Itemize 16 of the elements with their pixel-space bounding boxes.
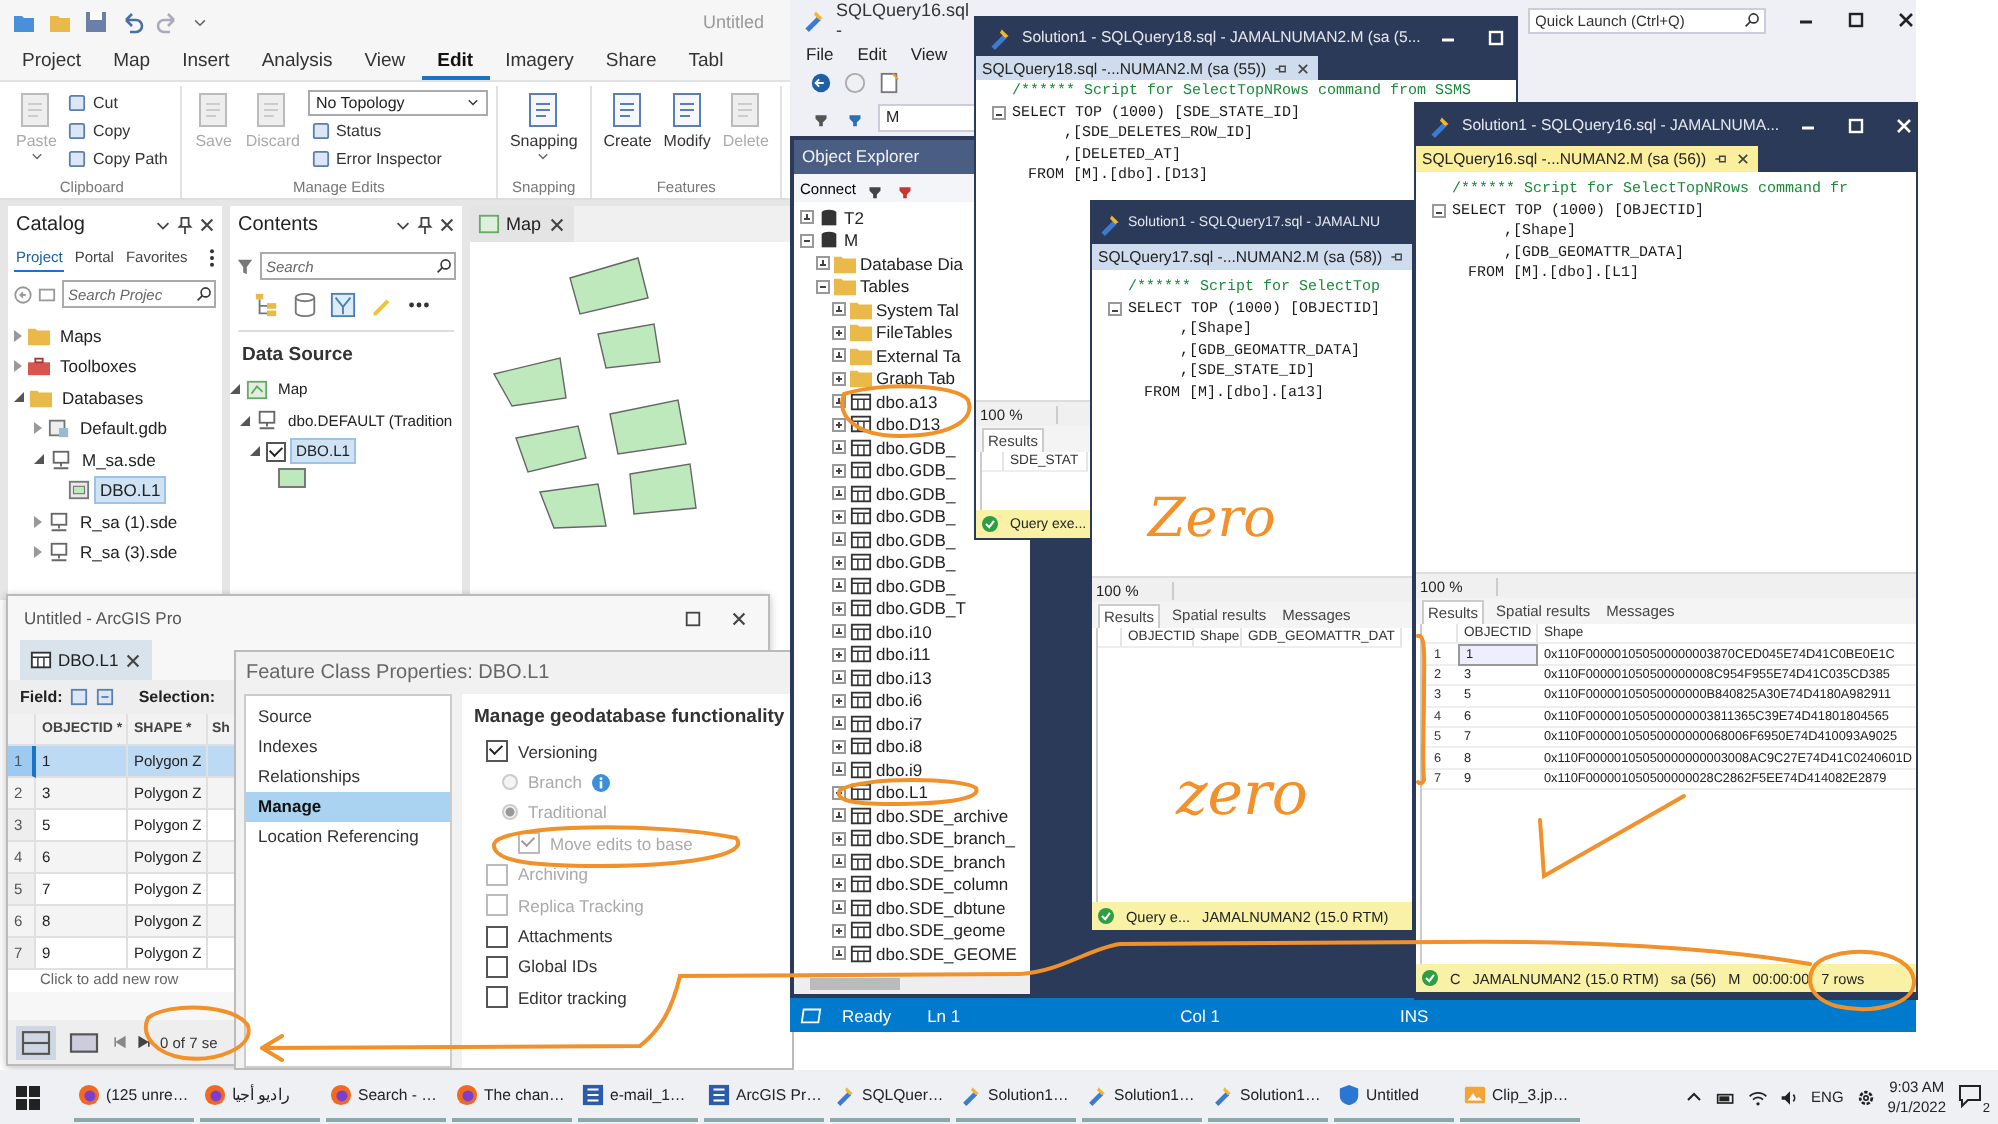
window-title: SQLQuery16.sql -	[836, 0, 972, 40]
pane-title: Catalog	[16, 214, 87, 236]
status-text: Col 1	[1180, 1005, 1220, 1025]
section-heading: Data Source	[240, 342, 355, 370]
status-text: Ready	[842, 1005, 892, 1025]
pane-title: Contents	[238, 214, 321, 236]
toolbar-label: Field:	[20, 688, 63, 706]
dialog-title: Feature Class Properties: DBO.L1	[244, 660, 552, 688]
handwritten-note: zero	[1176, 766, 1308, 826]
panel-heading: Manage geodatabase functionality	[474, 706, 787, 728]
status-text: INS	[1399, 1005, 1429, 1025]
handwritten-note: Zero	[1148, 492, 1276, 546]
window-title: Untitled - ArcGIS Pro	[24, 608, 184, 628]
status-text: Ln 1	[927, 1005, 961, 1025]
window-title: Untitled	[702, 12, 764, 32]
toolbar-label: Selection:	[138, 688, 216, 706]
